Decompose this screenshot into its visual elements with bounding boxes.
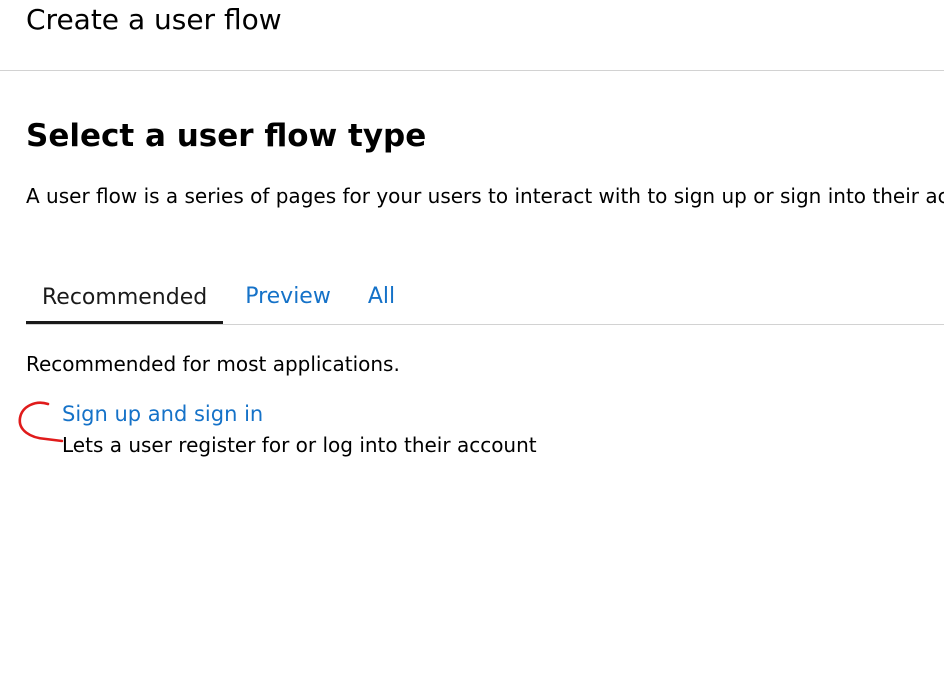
tab-subtitle: Recommended for most applications. [26,352,400,376]
tab-preview[interactable]: Preview [245,280,331,324]
create-user-flow-page: Create a user flow Select a user flow ty… [0,0,944,682]
tabs-divider [26,324,944,325]
header-divider [0,70,944,71]
sign-up-and-sign-in-link[interactable]: Sign up and sign in [62,400,537,428]
tab-recommended[interactable]: Recommended [26,280,224,324]
section-description: A user flow is a series of pages for you… [26,184,944,208]
window-title: Create a user flow [26,3,282,36]
section-title: Select a user flow type [26,118,427,154]
tab-all[interactable]: All [368,280,395,324]
red-annotation-mark [18,401,64,443]
flow-option-description: Lets a user register for or log into the… [62,433,537,457]
tab-bar: Recommended Preview All [26,280,395,324]
flow-option-sign-up-sign-in: Sign up and sign in Lets a user register… [62,400,537,459]
